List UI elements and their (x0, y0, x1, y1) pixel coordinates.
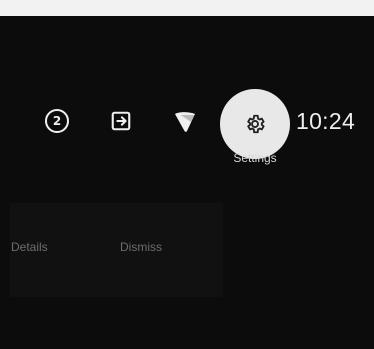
notification-count: 2 (52, 114, 62, 128)
settings-icon (247, 114, 265, 134)
dismiss-button[interactable]: Dismiss (120, 240, 162, 254)
settings-tooltip: Settings (233, 151, 277, 165)
notification-count-icon: 2 (45, 109, 69, 133)
notifications-button[interactable]: 2 (42, 106, 72, 136)
settings-button[interactable] (220, 89, 290, 159)
status-bar: 2 10:24 (0, 16, 374, 216)
clock-time: 10:24 (296, 108, 356, 134)
network-button[interactable] (168, 105, 202, 139)
top-band (0, 0, 374, 16)
wifi-icon (175, 112, 195, 132)
input-button[interactable] (105, 105, 137, 137)
input-icon (111, 111, 131, 131)
details-button[interactable]: Details (11, 240, 48, 254)
